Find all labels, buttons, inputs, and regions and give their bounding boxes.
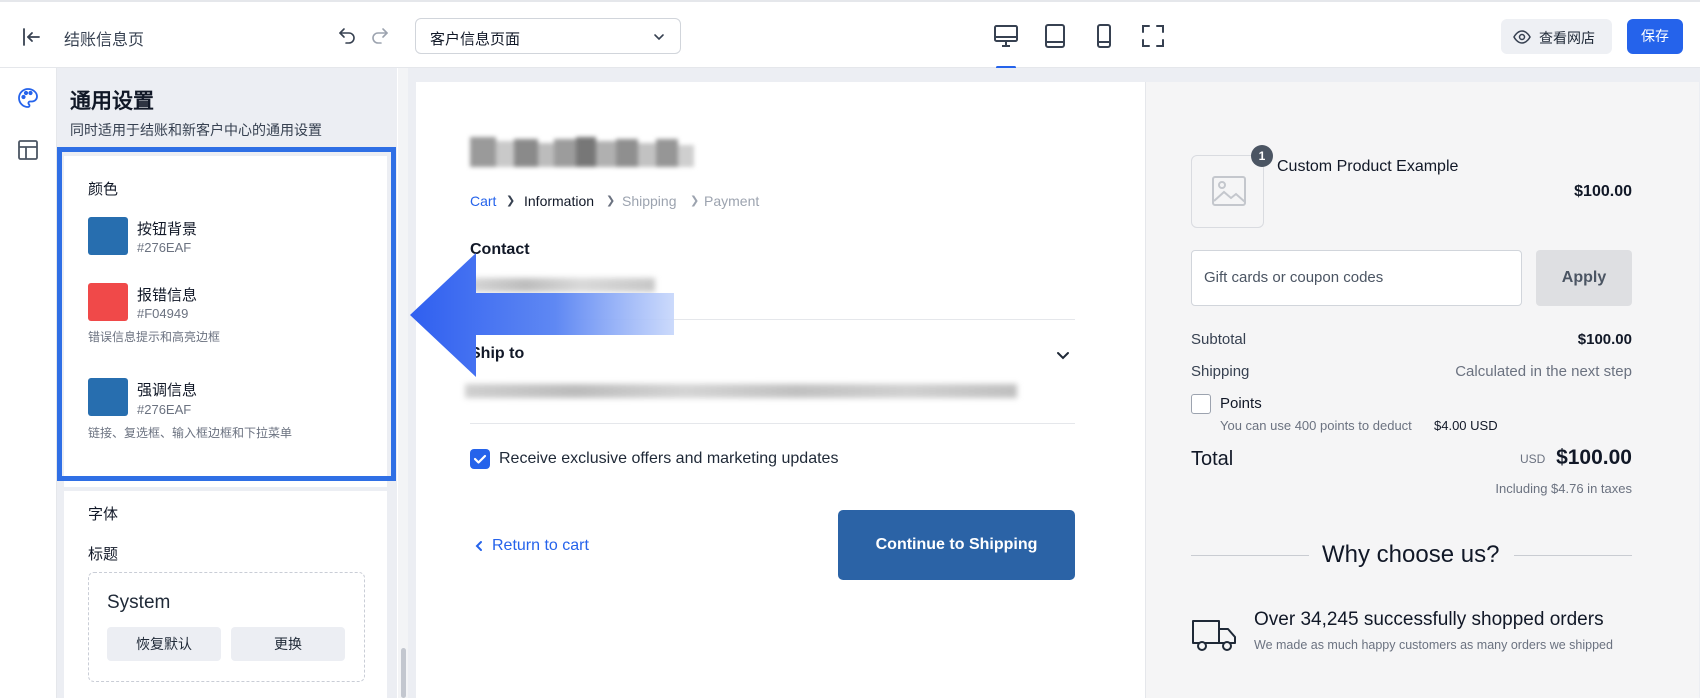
continue-to-shipping-button[interactable]: Continue to Shipping [838, 510, 1075, 580]
image-placeholder-icon [1212, 176, 1246, 206]
why-choose-us-heading: Why choose us? [1322, 541, 1500, 568]
chevron-right-icon: ❯ [606, 195, 616, 207]
subtotal-value: $100.00 [1577, 331, 1632, 348]
marketing-checkbox[interactable] [470, 449, 490, 469]
view-store-button[interactable]: 查看网店 [1501, 19, 1612, 54]
fullscreen-icon[interactable] [1139, 22, 1167, 50]
chevron-down-icon [654, 34, 664, 41]
total-value: $100.00 [1556, 446, 1632, 469]
reset-default-button[interactable]: 恢复默认 [107, 627, 221, 661]
chevron-down-icon[interactable] [1054, 346, 1072, 364]
annotation-arrow [410, 253, 674, 377]
redo-icon[interactable] [370, 25, 390, 45]
palette-icon[interactable] [16, 86, 40, 110]
desktop-icon[interactable] [992, 22, 1020, 50]
divider [470, 423, 1075, 424]
panel-title: 通用设置 [70, 90, 154, 113]
coupon-input[interactable]: Gift cards or coupon codes [1191, 250, 1522, 306]
truck-icon [1192, 620, 1236, 651]
tax-note: Including $4.76 in taxes [1495, 481, 1632, 496]
shipping-label: Shipping [1191, 363, 1250, 380]
panel-scroll-thumb[interactable] [401, 648, 406, 698]
coupon-placeholder: Gift cards or coupon codes [1204, 269, 1384, 286]
total-label: Total [1191, 448, 1234, 470]
points-note: You can use 400 points to deduct [1220, 418, 1412, 433]
layout-icon[interactable] [16, 138, 40, 162]
points-amount: $4.00 USD [1434, 418, 1498, 433]
breadcrumb-payment: Payment [704, 193, 760, 209]
store-logo [470, 137, 694, 167]
shipping-value: Calculated in the next step [1455, 363, 1632, 380]
total-currency: USD [1520, 452, 1546, 466]
address-redacted [465, 384, 1017, 398]
quantity-badge: 1 [1251, 145, 1273, 167]
font-label: 字体 [88, 506, 119, 523]
page-select-value: 客户信息页面 [430, 31, 521, 48]
return-label: Return to cart [492, 537, 589, 554]
panel-scrollbar[interactable] [398, 68, 408, 698]
mobile-icon[interactable] [1090, 22, 1118, 50]
page-name: 结账信息页 [64, 32, 145, 49]
heading-label: 标题 [88, 546, 119, 563]
left-rail [0, 68, 57, 698]
exit-icon[interactable] [19, 25, 43, 49]
tablet-icon[interactable] [1041, 22, 1069, 50]
product-price: $100.00 [1574, 183, 1632, 200]
page-select[interactable]: 客户信息页面 [415, 18, 681, 54]
undo-icon[interactable] [337, 25, 357, 45]
product-thumbnail [1191, 155, 1264, 228]
panel-subtitle: 同时适用于结账和新客户中心的通用设置 [70, 122, 322, 138]
save-button[interactable]: 保存 [1627, 19, 1683, 54]
change-font-button[interactable]: 更换 [231, 627, 345, 661]
orders-description: We made as much happy customers as many … [1254, 638, 1613, 652]
chevron-right-icon: ❯ [690, 195, 700, 207]
font-box: System 恢复默认 更换 [88, 572, 365, 682]
eye-icon [1513, 30, 1531, 44]
points-checkbox[interactable] [1191, 394, 1211, 414]
top-bar: 结账信息页 客户信息页面 查看网店 保存 [0, 0, 1700, 69]
divider [1514, 555, 1632, 556]
orders-title: Over 34,245 successfully shopped orders [1254, 609, 1604, 630]
check-icon [473, 454, 487, 464]
font-name: System [107, 592, 171, 613]
divider [1191, 555, 1309, 556]
breadcrumb-information: Information [524, 193, 595, 209]
product-name: Custom Product Example [1277, 158, 1459, 175]
subtotal-label: Subtotal [1191, 331, 1247, 348]
chevron-left-icon [475, 541, 482, 551]
view-store-label: 查看网店 [1539, 30, 1595, 46]
highlight-frame [57, 147, 396, 481]
apply-button[interactable]: Apply [1536, 250, 1632, 306]
breadcrumb-shipping: Shipping [622, 193, 677, 209]
breadcrumb-cart[interactable]: Cart [470, 193, 496, 209]
marketing-label: Receive exclusive offers and marketing u… [499, 450, 839, 467]
points-label: Points [1220, 395, 1262, 412]
chevron-right-icon: ❯ [506, 195, 516, 207]
